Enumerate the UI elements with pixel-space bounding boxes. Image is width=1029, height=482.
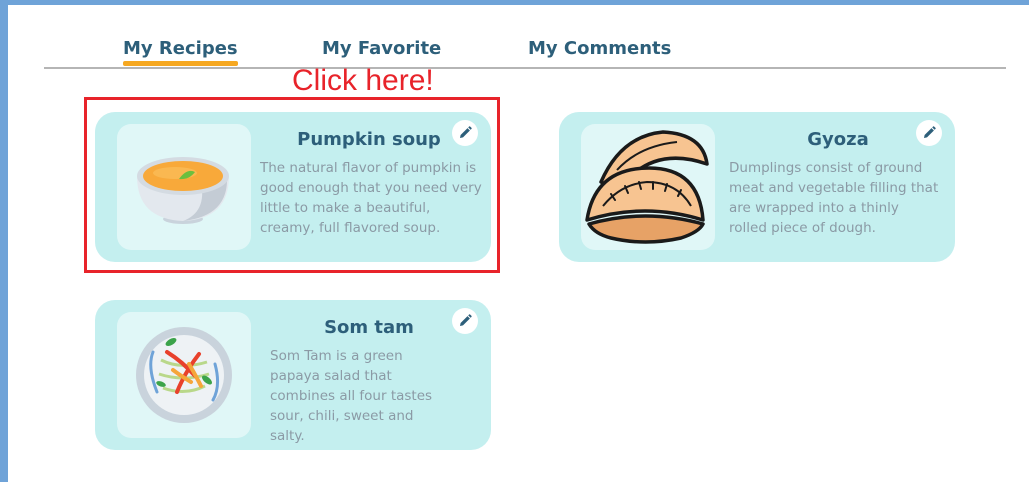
- pumpkin-soup-bowl-icon: [137, 157, 229, 224]
- recipe-title: Pumpkin soup: [297, 129, 441, 150]
- tab-my-recipes[interactable]: My Recipes: [123, 38, 238, 59]
- recipe-title: Som tam: [324, 317, 414, 338]
- edit-recipe-button[interactable]: [452, 308, 478, 334]
- recipe-title: Gyoza: [807, 129, 869, 150]
- recipe-card-gyoza[interactable]: Gyoza Dumplings consist of ground meat a…: [559, 112, 955, 262]
- recipe-thumbnail: [117, 312, 251, 438]
- window-frame-left: [0, 0, 8, 482]
- edit-recipe-button[interactable]: [916, 120, 942, 146]
- recipe-card-pumpkin-soup[interactable]: Pumpkin soup The natural flavor of pumpk…: [95, 112, 491, 262]
- pencil-icon: [460, 314, 472, 326]
- edit-recipe-button[interactable]: [452, 120, 478, 146]
- tab-my-comments[interactable]: My Comments: [528, 38, 671, 59]
- tab-bar-divider: [44, 67, 1006, 69]
- som-tam-salad-plate-icon: [136, 327, 232, 423]
- recipe-description: Som Tam is a green papaya salad that com…: [270, 348, 433, 444]
- recipe-description: The natural flavor of pumpkin is good en…: [260, 160, 482, 236]
- active-tab-indicator: [123, 61, 238, 66]
- tab-my-favorite[interactable]: My Favorite: [322, 38, 441, 59]
- recipe-thumbnail: [581, 124, 715, 250]
- click-here-annotation: Click here!: [292, 64, 434, 97]
- recipe-description: Dumplings consist of ground meat and veg…: [729, 160, 939, 236]
- pencil-icon: [924, 126, 936, 138]
- recipe-card-som-tam[interactable]: Som tam Som Tam is a green papaya salad …: [95, 300, 491, 450]
- recipe-thumbnail: [117, 124, 251, 250]
- gyoza-dumplings-icon: [585, 130, 709, 244]
- pencil-icon: [460, 126, 472, 138]
- tab-bar: My Recipes My Favorite My Comments: [44, 0, 1006, 70]
